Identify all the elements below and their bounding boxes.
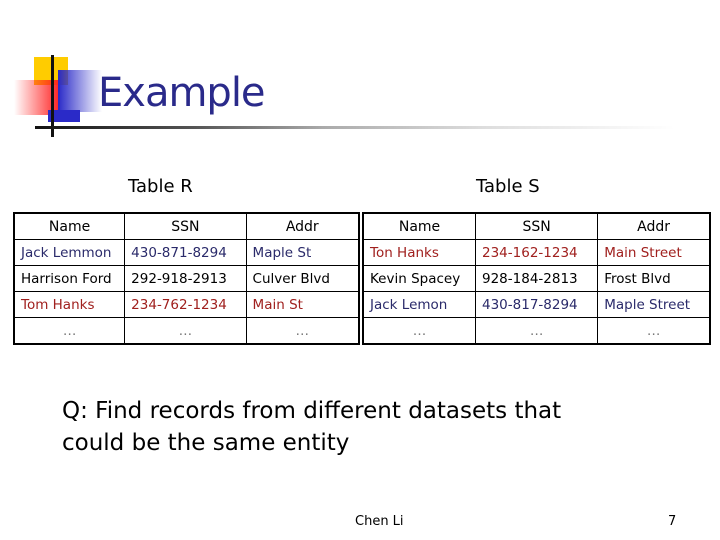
table-cell: 292-918-2913 xyxy=(124,265,247,292)
ellipsis-cell: … xyxy=(124,317,247,345)
table-row: Kevin Spacey 928-184-2813 Frost Blvd xyxy=(362,265,711,292)
column-header: Addr xyxy=(245,212,360,240)
ellipsis-cell: … xyxy=(474,317,599,345)
ellipsis-cell: … xyxy=(362,317,476,345)
table-cell: 234-762-1234 xyxy=(124,291,247,318)
table-cell: Tom Hanks xyxy=(13,291,126,318)
table-cell: Main Street xyxy=(597,239,711,266)
question-line: Q: Find records from different datasets … xyxy=(62,398,562,424)
table-cell: Harrison Ford xyxy=(13,265,126,292)
logo-vertical-line xyxy=(51,55,54,137)
column-header: SSN xyxy=(474,212,599,240)
footer-author: Chen Li xyxy=(355,514,404,529)
table-header-row: Name SSN Addr xyxy=(13,212,360,240)
column-header: SSN xyxy=(124,212,247,240)
table-row: … … … xyxy=(362,317,711,345)
table-cell: Ton Hanks xyxy=(362,239,476,266)
ellipsis-cell: … xyxy=(13,317,126,345)
table-row: … … … xyxy=(13,317,360,345)
table-cell: Maple Street xyxy=(597,291,711,318)
table-cell: 430-817-8294 xyxy=(474,291,599,318)
table-row: Ton Hanks 234-162-1234 Main Street xyxy=(362,239,711,266)
logo-blue-block xyxy=(58,70,102,112)
table-header-row: Name SSN Addr xyxy=(362,212,711,240)
question-text: Q: Find records from different datasets … xyxy=(62,395,561,459)
table-cell: Kevin Spacey xyxy=(362,265,476,292)
table-cell: 928-184-2813 xyxy=(474,265,599,292)
table-cell: Jack Lemmon xyxy=(13,239,126,266)
table-cell: 234-162-1234 xyxy=(474,239,599,266)
table-cell: 430-871-8294 xyxy=(124,239,247,266)
column-header: Name xyxy=(362,212,476,240)
table-cell: Jack Lemon xyxy=(362,291,476,318)
table-cell: Frost Blvd xyxy=(597,265,711,292)
table-row: Harrison Ford 292-918-2913 Culver Blvd xyxy=(13,265,360,292)
table-cell: Culver Blvd xyxy=(245,265,360,292)
page-number: 7 xyxy=(668,514,677,529)
table-s: Name SSN Addr Ton Hanks 234-162-1234 Mai… xyxy=(362,212,711,345)
table-cell: Main St xyxy=(245,291,360,318)
slide-title: Example xyxy=(98,70,266,116)
ellipsis-cell: … xyxy=(597,317,711,345)
table-r-caption: Table R xyxy=(128,176,193,197)
table-row: Jack Lemon 430-817-8294 Maple Street xyxy=(362,291,711,318)
title-underline xyxy=(35,126,675,129)
table-r: Name SSN Addr Jack Lemmon 430-871-8294 M… xyxy=(13,212,360,345)
column-header: Name xyxy=(13,212,126,240)
table-s-caption: Table S xyxy=(476,176,540,197)
table-cell: Maple St xyxy=(245,239,360,266)
table-row: Jack Lemmon 430-871-8294 Maple St xyxy=(13,239,360,266)
ellipsis-cell: … xyxy=(245,317,360,345)
question-line: could be the same entity xyxy=(62,430,350,456)
table-row: Tom Hanks 234-762-1234 Main St xyxy=(13,291,360,318)
column-header: Addr xyxy=(597,212,711,240)
